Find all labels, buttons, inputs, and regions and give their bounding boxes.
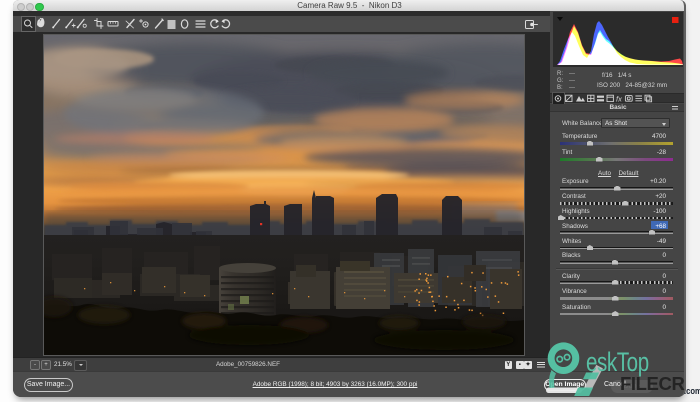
svg-text:fx: fx	[616, 95, 622, 104]
